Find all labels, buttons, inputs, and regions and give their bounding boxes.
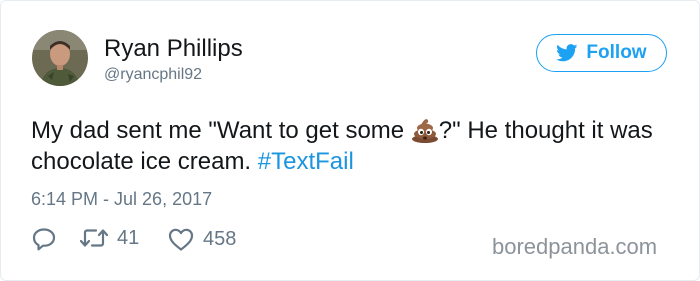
tweet-card: Ryan Phillips @ryancphil92 Follow My dad… <box>0 0 700 281</box>
hashtag-link[interactable]: #TextFail <box>258 148 354 175</box>
watermark: boredpanda.com <box>492 234 658 259</box>
follow-button[interactable]: Follow <box>536 34 667 72</box>
like-button[interactable]: 458 <box>167 226 236 252</box>
retweet-count: 41 <box>117 226 140 249</box>
user-name[interactable]: Ryan Phillips <box>104 35 243 63</box>
twitter-bird-icon <box>556 44 578 62</box>
follow-button-label: Follow <box>586 42 647 63</box>
avatar[interactable] <box>32 30 88 86</box>
tweet-timestamp[interactable]: 6:14 PM - Jul 26, 2017 <box>31 188 212 210</box>
like-count: 458 <box>203 227 237 250</box>
reply-button[interactable] <box>31 226 57 252</box>
avatar-photo-icon <box>32 30 88 86</box>
user-handle[interactable]: @ryancphil92 <box>104 65 202 85</box>
retweet-button[interactable]: 41 <box>79 226 139 250</box>
tweet-text: My dad sent me "Want to get some ?" He t… <box>31 115 681 177</box>
reply-icon <box>32 228 56 251</box>
retweet-icon <box>79 229 109 247</box>
heart-icon <box>168 228 194 251</box>
tweet-text-start: My dad sent me "Want to get some <box>31 117 411 144</box>
pile-of-poo-emoji-icon <box>411 117 439 143</box>
